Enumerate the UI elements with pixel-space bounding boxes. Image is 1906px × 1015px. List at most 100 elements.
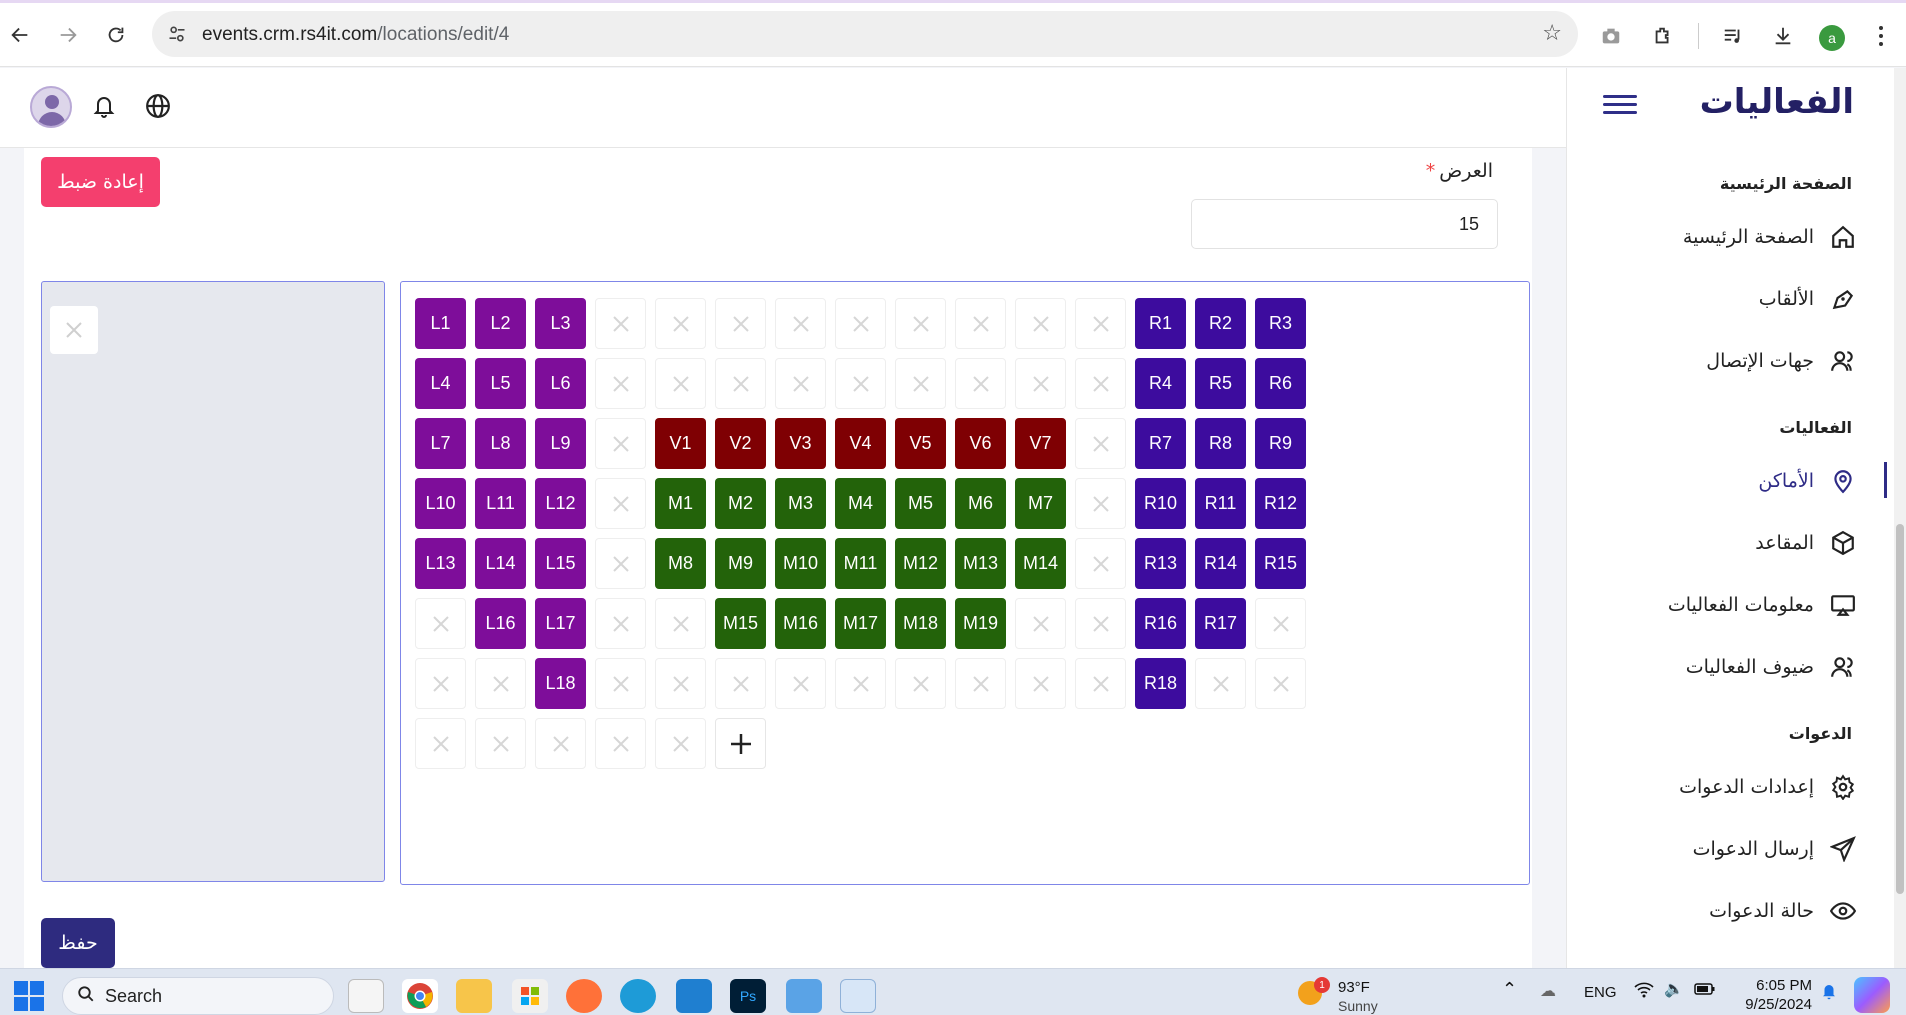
empty-seat-slot[interactable]	[595, 358, 646, 409]
media-control-icon[interactable]	[1718, 21, 1748, 51]
seat-m11[interactable]: M11	[835, 538, 886, 589]
empty-seat-slot[interactable]	[1075, 658, 1126, 709]
empty-seat-slot[interactable]	[1255, 658, 1306, 709]
sidebar-item-locations[interactable]: الأماكن	[1578, 461, 1858, 501]
seat-r6[interactable]: R6	[1255, 358, 1306, 409]
empty-seat-slot[interactable]	[835, 658, 886, 709]
seat-l6[interactable]: L6	[535, 358, 586, 409]
seat-r14[interactable]: R14	[1195, 538, 1246, 589]
seat-m15[interactable]: M15	[715, 598, 766, 649]
seat-l8[interactable]: L8	[475, 418, 526, 469]
seat-l17[interactable]: L17	[535, 598, 586, 649]
download-icon[interactable]	[1768, 21, 1798, 51]
reset-button[interactable]: إعادة ضبط	[41, 157, 160, 207]
empty-seat-slot[interactable]	[955, 358, 1006, 409]
seat-m8[interactable]: M8	[655, 538, 706, 589]
empty-seat-slot[interactable]	[835, 298, 886, 349]
bell-icon[interactable]	[88, 90, 120, 122]
empty-seat-slot[interactable]	[655, 718, 706, 769]
sidebar-item-send-invitations[interactable]: إرسال الدعوات	[1578, 829, 1858, 869]
globe-icon[interactable]	[142, 90, 174, 122]
empty-seat-slot[interactable]	[1075, 478, 1126, 529]
seat-m6[interactable]: M6	[955, 478, 1006, 529]
site-settings-icon[interactable]	[166, 23, 188, 45]
empty-seat-slot[interactable]	[415, 718, 466, 769]
seat-r12[interactable]: R12	[1255, 478, 1306, 529]
empty-seat-slot[interactable]	[595, 478, 646, 529]
sidebar-item-home[interactable]: الصفحة الرئيسية	[1578, 217, 1858, 257]
seat-v7[interactable]: V7	[1015, 418, 1066, 469]
seat-m3[interactable]: M3	[775, 478, 826, 529]
seat-r8[interactable]: R8	[1195, 418, 1246, 469]
notepad-icon[interactable]	[786, 979, 822, 1013]
firefox-icon[interactable]	[566, 979, 602, 1013]
empty-seat-slot[interactable]	[1255, 598, 1306, 649]
seat-m17[interactable]: M17	[835, 598, 886, 649]
empty-seat-slot[interactable]	[1075, 298, 1126, 349]
seat-r4[interactable]: R4	[1135, 358, 1186, 409]
empty-seat-slot[interactable]	[595, 418, 646, 469]
chrome-icon[interactable]	[402, 979, 438, 1013]
empty-seat-slot[interactable]	[715, 298, 766, 349]
sidebar-item-seats[interactable]: المقاعد	[1578, 523, 1858, 563]
empty-seat-slot[interactable]	[535, 718, 586, 769]
seat-m7[interactable]: M7	[1015, 478, 1066, 529]
left-drop-panel[interactable]	[41, 281, 385, 882]
empty-seat-slot[interactable]	[595, 718, 646, 769]
sidebar-item-invitation-status[interactable]: حالة الدعوات	[1578, 891, 1858, 931]
seat-l2[interactable]: L2	[475, 298, 526, 349]
empty-seat-slot[interactable]	[1075, 538, 1126, 589]
camera-icon[interactable]	[1596, 21, 1626, 51]
sidebar-item-contacts[interactable]: جهات الإتصال	[1578, 341, 1858, 381]
hamburger-menu-icon[interactable]	[1603, 90, 1637, 120]
sidebar-item-event-guests[interactable]: ضيوف الفعاليات	[1578, 647, 1858, 687]
vscode-icon[interactable]	[676, 979, 712, 1013]
empty-seat-slot[interactable]	[475, 658, 526, 709]
seat-r16[interactable]: R16	[1135, 598, 1186, 649]
empty-seat-slot[interactable]	[895, 358, 946, 409]
empty-seat-slot[interactable]	[775, 358, 826, 409]
ms-store-icon[interactable]	[512, 979, 548, 1013]
address-bar[interactable]: events.crm.rs4it.com/locations/edit/4 ☆	[152, 11, 1578, 57]
empty-seat-slot[interactable]	[655, 298, 706, 349]
empty-seat-slot[interactable]	[835, 358, 886, 409]
empty-seat-slot[interactable]	[1075, 418, 1126, 469]
user-avatar[interactable]	[30, 86, 72, 128]
seat-l12[interactable]: L12	[535, 478, 586, 529]
taskbar-search[interactable]: Search	[62, 977, 334, 1015]
seat-m19[interactable]: M19	[955, 598, 1006, 649]
seat-l7[interactable]: L7	[415, 418, 466, 469]
seat-l14[interactable]: L14	[475, 538, 526, 589]
empty-seat-slot[interactable]	[1015, 598, 1066, 649]
empty-seat-slot[interactable]	[1015, 358, 1066, 409]
language-indicator[interactable]: ENG	[1584, 984, 1617, 1001]
sidebar-item-event-info[interactable]: معلومات الفعاليات	[1578, 585, 1858, 625]
seat-l4[interactable]: L4	[415, 358, 466, 409]
seat-r13[interactable]: R13	[1135, 538, 1186, 589]
notification-bell-icon[interactable]	[1820, 981, 1838, 1006]
seat-l11[interactable]: L11	[475, 478, 526, 529]
seat-l1[interactable]: L1	[415, 298, 466, 349]
empty-seat-slot[interactable]	[955, 298, 1006, 349]
sidebar-item-titles[interactable]: الألقاب	[1578, 279, 1858, 319]
width-input[interactable]	[1191, 199, 1498, 249]
tray-chevron-up-icon[interactable]: ⌃	[1502, 979, 1517, 1000]
save-button[interactable]: حفظ	[41, 918, 115, 968]
empty-seat-slot[interactable]	[775, 298, 826, 349]
add-seat-button[interactable]	[715, 718, 766, 769]
seat-m12[interactable]: M12	[895, 538, 946, 589]
page-scrollbar[interactable]	[1894, 68, 1906, 968]
empty-seat-slot[interactable]	[715, 658, 766, 709]
seat-r11[interactable]: R11	[1195, 478, 1246, 529]
seat-r9[interactable]: R9	[1255, 418, 1306, 469]
empty-seat-slot[interactable]	[895, 298, 946, 349]
seat-m18[interactable]: M18	[895, 598, 946, 649]
empty-seat-slot[interactable]	[595, 658, 646, 709]
empty-seat-slot[interactable]	[1075, 358, 1126, 409]
file-explorer-icon[interactable]	[456, 979, 492, 1013]
empty-seat-slot[interactable]	[50, 306, 98, 354]
seat-v3[interactable]: V3	[775, 418, 826, 469]
edge-icon[interactable]	[620, 979, 656, 1013]
seat-v5[interactable]: V5	[895, 418, 946, 469]
empty-seat-slot[interactable]	[415, 658, 466, 709]
